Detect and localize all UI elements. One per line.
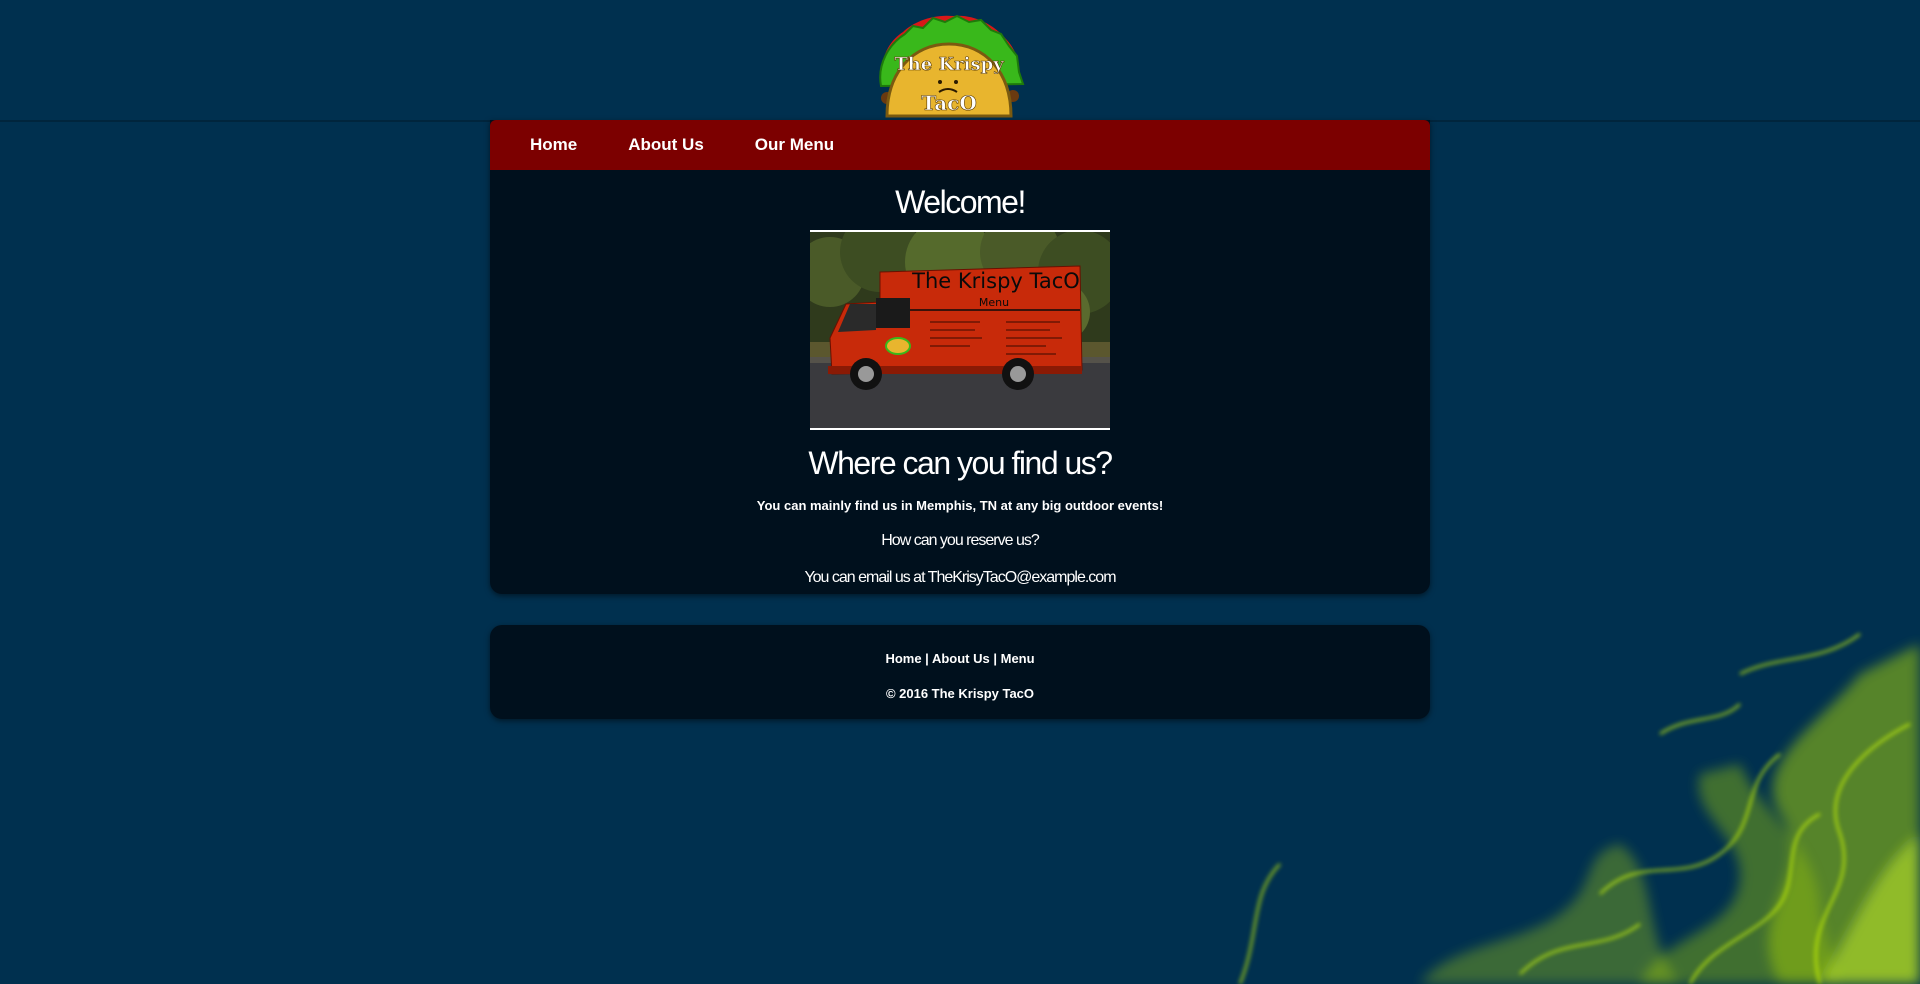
email-text: You can email us at TheKrisyTacO@example… [804, 569, 1116, 586]
footer: Home | About Us | Menu © 2016 The Krispy… [490, 625, 1430, 719]
krispy-taco-logo[interactable]: The Krispy TacO [873, 12, 1025, 118]
logo-line2: TacO [921, 91, 977, 115]
find-us-text: You can mainly find us in Memphis, TN at… [756, 498, 1164, 513]
copyright: © 2016 The Krispy TacO [885, 686, 1035, 701]
nav-bar: Home About Us Our Menu [490, 120, 1430, 170]
footer-link-menu[interactable]: Menu [1001, 651, 1035, 666]
main-content: Welcome! The Krispy TacO Menu Where can … [490, 170, 1430, 587]
logo-line1: The Krispy [894, 54, 1004, 75]
header: The Krispy TacO [0, 0, 1920, 122]
reserve-question: How can you reserve us? [881, 532, 1040, 549]
footer-links: Home | About Us | Menu [490, 651, 1430, 666]
footer-separator: | [989, 651, 1001, 666]
nav-item-about-us[interactable]: About Us [628, 135, 704, 155]
page: The Krispy TacO Home About Us Our Menu W… [0, 0, 1920, 984]
welcome-heading: Welcome! [895, 184, 1026, 220]
truck-sign-title: The Krispy TacO [911, 269, 1080, 293]
footer-link-home[interactable]: Home [885, 651, 921, 666]
footer-separator: | [921, 651, 932, 666]
main-panel: Home About Us Our Menu Welcome! The Kris… [490, 120, 1430, 594]
where-heading: Where can you find us? [808, 445, 1113, 481]
truck-sign-subtitle: Menu [979, 296, 1009, 309]
nav-item-home[interactable]: Home [530, 135, 577, 155]
footer-link-about-us[interactable]: About Us [932, 651, 990, 666]
nav-item-our-menu[interactable]: Our Menu [755, 135, 834, 155]
food-truck-image: The Krispy TacO Menu [810, 230, 1110, 430]
